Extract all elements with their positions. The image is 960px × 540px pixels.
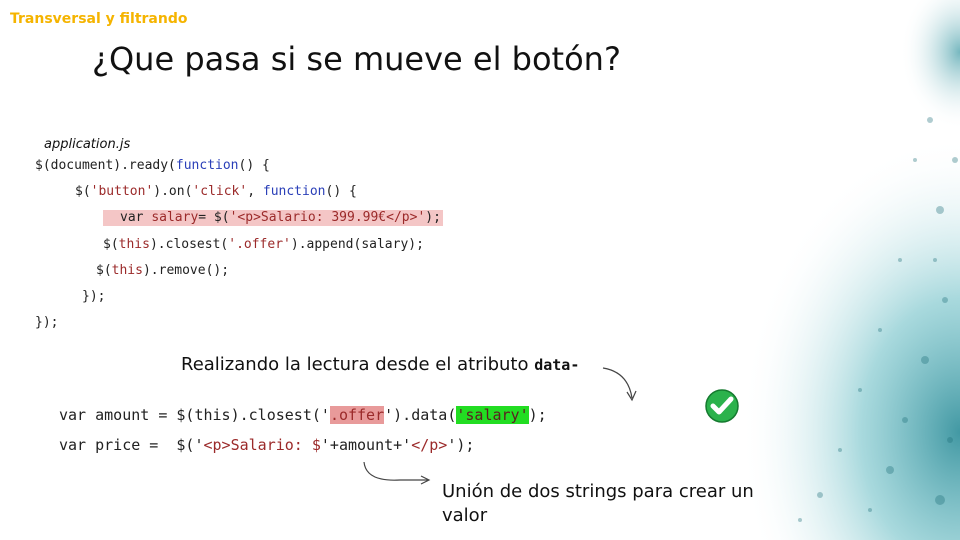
- code-line-4: $(this).closest('.offer').append(salary)…: [103, 237, 424, 252]
- data-attribute-note: Realizando la lectura desde el atributo …: [181, 354, 580, 375]
- code-line-3-highlighted: var salary= $('<p>Salario: 399.99€</p>')…: [103, 210, 443, 226]
- code-line-1: $(document).ready(function() {: [35, 158, 270, 173]
- code-bottom-line-1: var amount = $(this).closest('.offer').d…: [59, 406, 547, 424]
- code-line-6: });: [82, 289, 106, 304]
- code-line-5: $(this).remove();: [96, 263, 230, 278]
- code-line-7: });: [35, 315, 59, 330]
- code-filename: application.js: [44, 137, 131, 152]
- section-tag: Transversal y filtrando: [10, 11, 188, 27]
- string-union-note: Unión de dos strings para crear un valor: [442, 481, 754, 526]
- code-bottom-line-2: var price = $('<p>Salario: $'+amount+'</…: [59, 436, 475, 454]
- code-line-2: $('button').on('click', function() {: [75, 184, 357, 199]
- check-circle-icon: [705, 389, 739, 423]
- slide-title: ¿Que pasa si se mueve el botón?: [92, 40, 621, 78]
